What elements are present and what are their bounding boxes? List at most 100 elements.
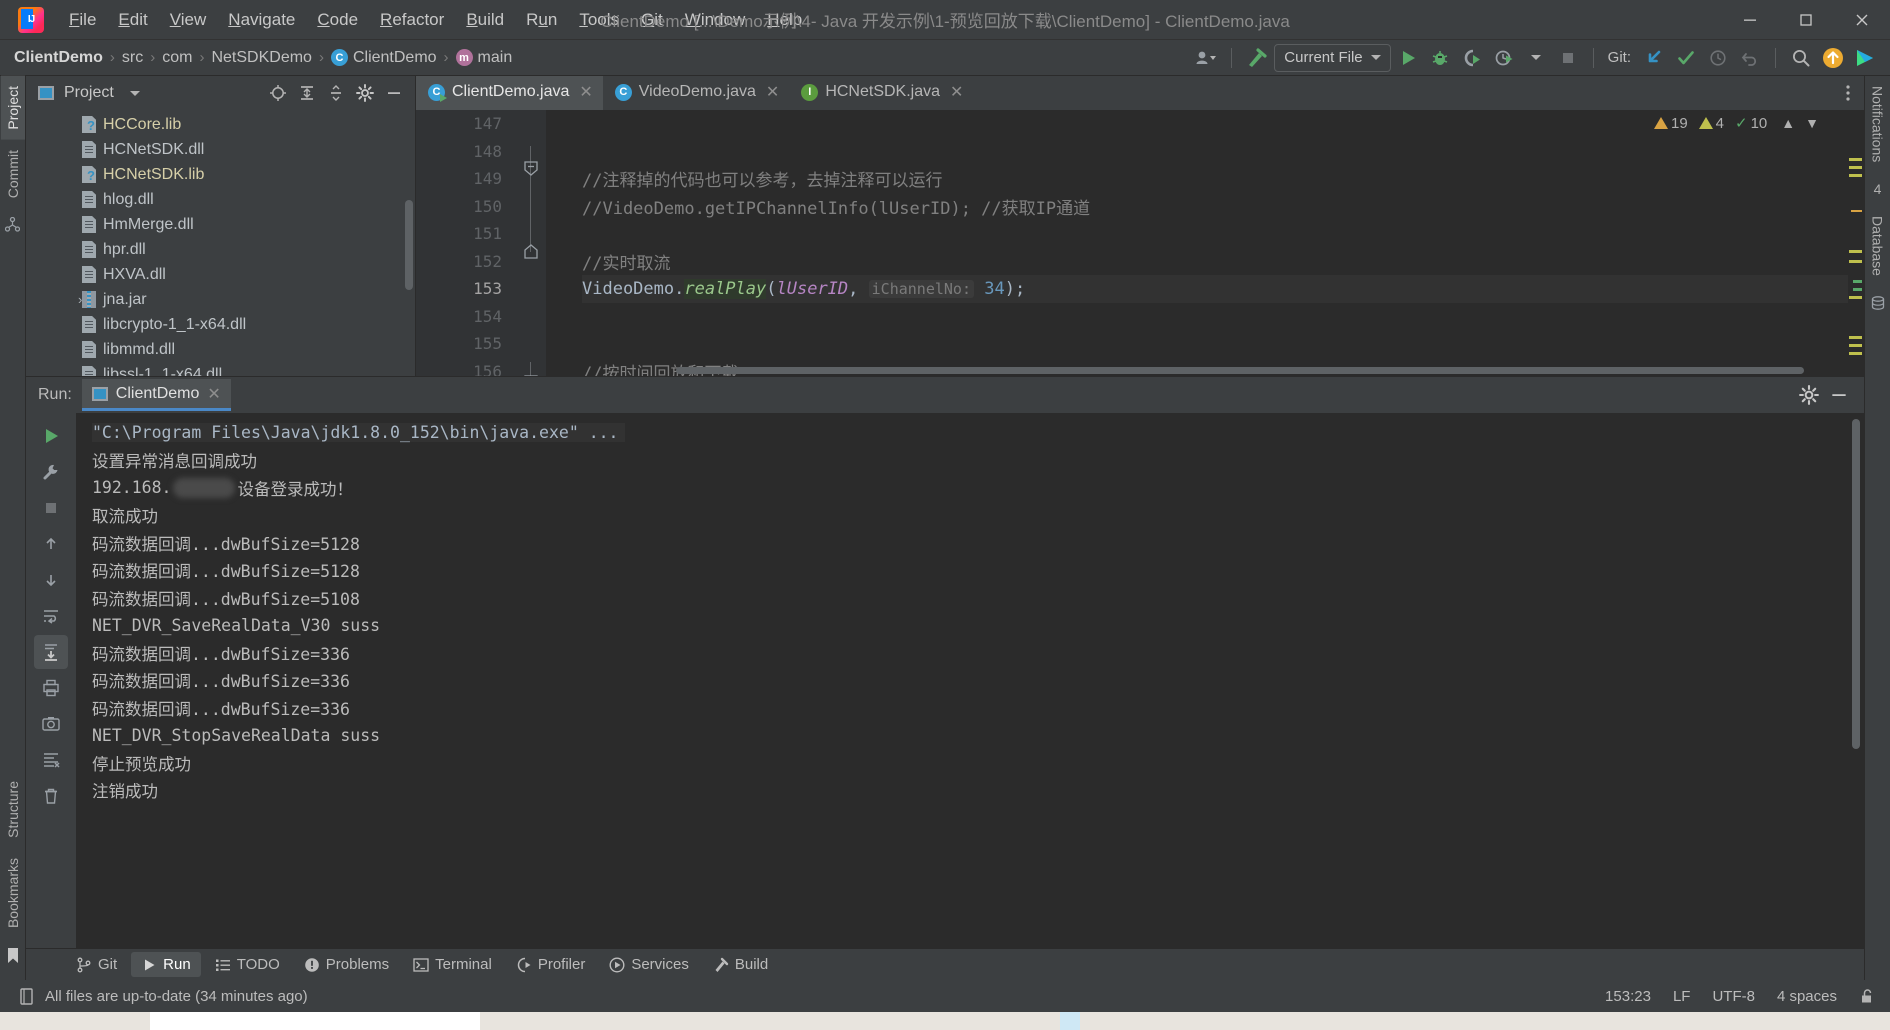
warnings-count[interactable]: 19 (1653, 115, 1688, 132)
tool-window-button-build[interactable]: Build (703, 952, 778, 977)
update-available-icon[interactable] (1818, 44, 1848, 72)
soft-wrap-icon[interactable] (34, 599, 68, 633)
line-separator[interactable]: LF (1673, 988, 1691, 1005)
settings-gear-icon[interactable] (352, 81, 378, 105)
profiler-caret-icon[interactable] (1521, 44, 1551, 72)
menu-item-tools[interactable]: Tools (568, 6, 630, 34)
screenshot-icon[interactable] (34, 707, 68, 741)
tree-node[interactable]: HCNetSDK.dll (26, 137, 415, 162)
error-stripe-marker-bar[interactable] (1848, 110, 1864, 376)
tree-node[interactable]: hlog.dll (26, 187, 415, 212)
hide-panel-icon[interactable] (381, 81, 407, 105)
maximize-button[interactable] (1778, 0, 1834, 40)
code-line[interactable] (582, 330, 1864, 358)
previous-problem-icon[interactable]: ▲ (1778, 115, 1798, 131)
editor-tab-clientdemo[interactable]: C ClientDemo.java ✕ (416, 76, 603, 110)
code-area[interactable]: 147148149150151152153154155156 (416, 110, 1864, 376)
git-history-icon[interactable] (1703, 44, 1733, 72)
print-icon[interactable] (34, 671, 68, 705)
inspection-widget[interactable]: 19 4 ✓ 10 ▲ ▼ (1653, 114, 1822, 133)
run-coverage-icon[interactable] (1457, 44, 1487, 72)
menu-item-file[interactable]: File (58, 6, 107, 34)
tree-node[interactable]: HmMerge.dll (26, 212, 415, 237)
stop-icon[interactable] (1553, 44, 1583, 72)
code-text[interactable]: //注释掉的代码也可以参考，去掉注释可以运行 //VideoDemo.getIPC… (546, 110, 1864, 376)
chevron-down-icon[interactable] (129, 90, 140, 96)
menu-item-edit[interactable]: Edit (107, 6, 158, 34)
menu-item-run[interactable]: Run (515, 6, 568, 34)
weak-warnings-count[interactable]: 4 (1698, 115, 1724, 132)
git-update-icon[interactable] (1639, 44, 1669, 72)
tool-window-button-run[interactable]: Run (131, 952, 201, 977)
sidebar-item-bookmarks[interactable]: Bookmarks (1, 848, 25, 938)
line-number[interactable]: 148 (416, 138, 516, 166)
code-line[interactable] (582, 138, 1864, 166)
line-number[interactable]: 150 (416, 193, 516, 221)
code-line[interactable] (582, 303, 1864, 331)
search-everywhere-icon[interactable] (1786, 44, 1816, 72)
breadcrumb-item-main[interactable]: m main (455, 49, 512, 67)
tree-node[interactable]: HXVA.dll (26, 262, 415, 287)
next-problem-icon[interactable]: ▼ (1802, 115, 1822, 131)
close-button[interactable] (1834, 0, 1890, 40)
git-rollback-icon[interactable] (1735, 44, 1765, 72)
file-encoding[interactable]: UTF-8 (1712, 988, 1755, 1005)
fold-region-start-icon[interactable] (523, 244, 539, 260)
tool-window-button-services[interactable]: Services (599, 952, 699, 977)
fold-region-end-icon-2[interactable] (523, 375, 539, 376)
menu-item-view[interactable]: View (159, 6, 218, 34)
clear-all-icon[interactable] (34, 743, 68, 777)
up-arrow-icon[interactable] (34, 527, 68, 561)
tree-node[interactable]: hpr.dll (26, 237, 415, 262)
minimize-button[interactable] (1722, 0, 1778, 40)
run-icon[interactable] (1393, 44, 1423, 72)
taskbar-window-preview[interactable] (150, 1012, 480, 1030)
wrench-icon[interactable] (34, 455, 68, 489)
tool-window-button-problems[interactable]: Problems (294, 952, 399, 977)
down-arrow-icon[interactable] (34, 563, 68, 597)
stop-icon[interactable] (34, 491, 68, 525)
line-number[interactable]: 153 (416, 275, 516, 303)
expand-all-icon[interactable] (294, 81, 320, 105)
caret-position[interactable]: 153:23 (1605, 988, 1651, 1005)
console-output[interactable]: "C:\Program Files\Java\jdk1.8.0_152\bin\… (76, 413, 1864, 948)
git-commit-icon[interactable] (1671, 44, 1701, 72)
tool-window-button-profiler[interactable]: Profiler (506, 952, 596, 977)
run-tab-clientdemo[interactable]: ClientDemo ✕ (81, 379, 231, 411)
menu-item-help[interactable]: Help (756, 6, 813, 34)
code-line[interactable]: //实时取流 (582, 248, 1864, 276)
menu-item-refactor[interactable]: Refactor (369, 6, 455, 34)
menu-item-code[interactable]: Code (306, 6, 369, 34)
menu-item-window[interactable]: Window (674, 6, 756, 34)
menu-item-navigate[interactable]: Navigate (217, 6, 306, 34)
line-number[interactable]: 151 (416, 220, 516, 248)
typos-count[interactable]: ✓ 10 (1735, 114, 1767, 133)
line-number[interactable]: 152 (416, 248, 516, 276)
tree-node[interactable]: › jna.jar (26, 287, 415, 312)
line-number[interactable]: 155 (416, 330, 516, 358)
toolbox-icon[interactable] (1850, 44, 1880, 72)
editor-tab-videodemo[interactable]: C VideoDemo.java ✕ (603, 76, 790, 110)
sidebar-item-database[interactable]: Database (1866, 206, 1890, 286)
breadcrumb-item-clientdemo[interactable]: ClientDemo (14, 49, 103, 67)
menu-item-build[interactable]: Build (455, 6, 515, 34)
indent-setting[interactable]: 4 spaces (1777, 988, 1837, 1005)
editor-tab-options[interactable] (1838, 76, 1864, 110)
sidebar-item-commit[interactable]: Commit (1, 140, 25, 208)
code-line[interactable]: //VideoDemo.getIPChannelInfo(lUserID); /… (582, 193, 1864, 221)
rerun-icon[interactable] (34, 419, 68, 453)
locate-icon[interactable] (265, 81, 291, 105)
run-configuration-selector[interactable]: Current File (1274, 43, 1391, 72)
profile-icon[interactable] (1191, 44, 1221, 72)
line-number[interactable]: 156 (416, 358, 516, 376)
breadcrumb-item-com[interactable]: com (162, 49, 192, 67)
tree-node[interactable]: libssl-1_1-x64.dll (26, 362, 415, 376)
taskbar-window-preview-2[interactable] (1060, 1012, 1080, 1030)
build-hammer-icon[interactable] (1242, 44, 1272, 72)
line-number[interactable]: 149 (416, 165, 516, 193)
tool-window-button-terminal[interactable]: Terminal (403, 952, 502, 977)
sidebar-item-structure[interactable]: Structure (1, 771, 25, 848)
sidebar-item-project[interactable]: Project (0, 76, 25, 140)
close-icon[interactable]: ✕ (207, 384, 220, 404)
tree-node[interactable]: HCNetSDK.lib (26, 162, 415, 187)
